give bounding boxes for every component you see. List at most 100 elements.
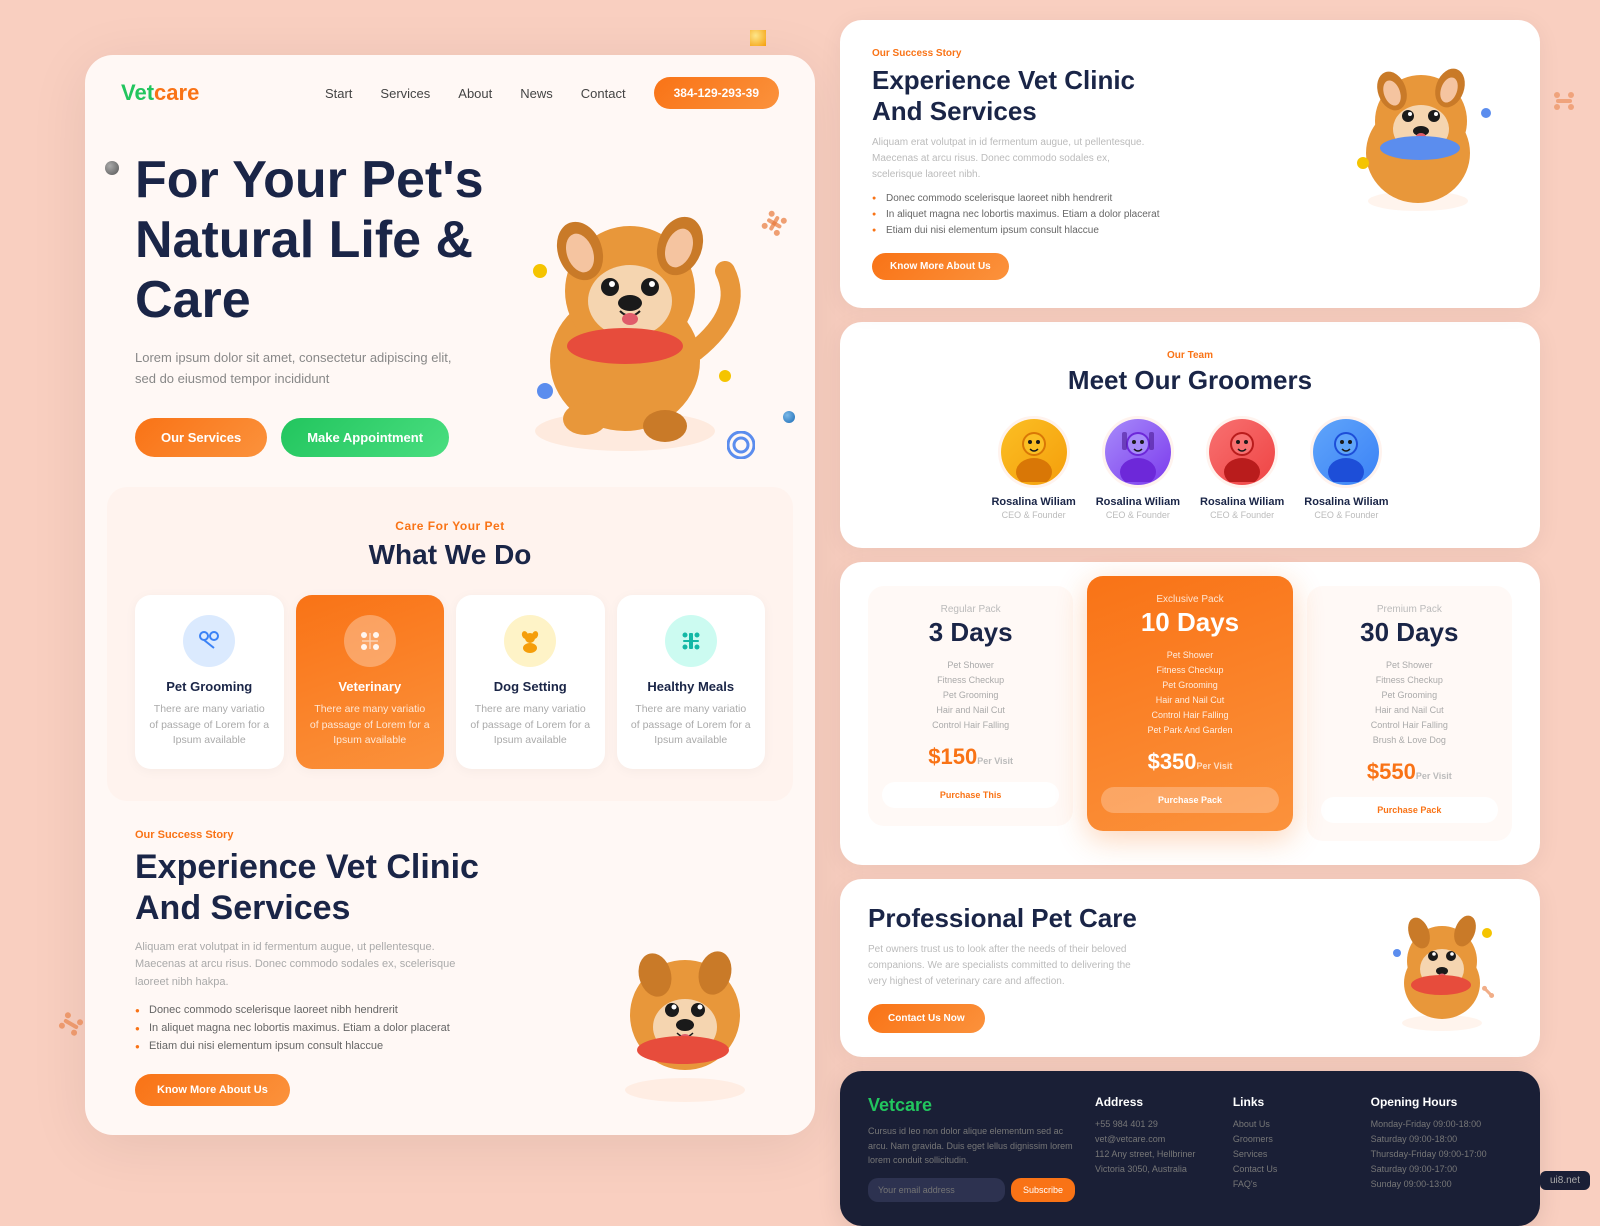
logo[interactable]: Vetcare: [121, 80, 199, 106]
hero-dog-illustration: [485, 191, 765, 471]
team-members-container: Rosalina Wiliam CEO & Founder: [872, 416, 1508, 520]
service-name-dog-setting: Dog Setting: [470, 679, 591, 694]
footer-email-form: Subscribe: [868, 1178, 1075, 1202]
feature-e4: Hair and Nail Cut: [1101, 695, 1278, 705]
procare-title: Professional Pet Care: [868, 903, 1356, 934]
purchase-exclusive-button[interactable]: Purchase Pack: [1101, 787, 1278, 813]
vet-clinic-panel: Our Success Story Experience Vet Clinic …: [840, 20, 1540, 308]
feature-e5: Control Hair Falling: [1101, 710, 1278, 720]
footer-hours-4: Saturday 09:00-17:00: [1371, 1164, 1512, 1174]
procare-dog-illustration: [1372, 903, 1512, 1033]
services-tag: Care For Your Pet: [135, 519, 765, 533]
service-card-healthy-meals[interactable]: Healthy Meals There are many variatio of…: [617, 595, 766, 769]
member-avatar-2: [1102, 416, 1174, 488]
member-name-2: Rosalina Wiliam: [1096, 496, 1180, 508]
price-features-exclusive: Pet Shower Fitness Checkup Pet Grooming …: [1101, 650, 1278, 735]
footer-hours-title: Opening Hours: [1371, 1095, 1512, 1109]
vet-item-1: Donec commodo scelerisque laoreet nibh h…: [872, 193, 1308, 204]
footer-about-col: Vetcare Cursus id leo non dolor alique e…: [868, 1095, 1075, 1201]
footer-hours-2: Saturday 09:00-18:00: [1371, 1134, 1512, 1144]
feature-p5: Control Hair Falling: [1321, 720, 1498, 730]
member-role-4: CEO & Founder: [1304, 510, 1388, 520]
feature-r5: Control Hair Falling: [882, 720, 1059, 730]
footer-link-1[interactable]: About Us: [1233, 1119, 1351, 1129]
know-more-button[interactable]: Know More About Us: [135, 1074, 290, 1106]
feature-e6: Pet Park And Garden: [1101, 725, 1278, 735]
team-member-4: Rosalina Wiliam CEO & Founder: [1304, 416, 1388, 520]
service-card-grooming[interactable]: Pet Grooming There are many variatio of …: [135, 595, 284, 769]
nav-start[interactable]: Start: [325, 86, 352, 101]
nav-news[interactable]: News: [520, 86, 553, 101]
footer-email-input[interactable]: [868, 1178, 1005, 1202]
feature-p4: Hair and Nail Cut: [1321, 705, 1498, 715]
footer-subscribe-button[interactable]: Subscribe: [1011, 1178, 1075, 1202]
service-desc-healthy-meals: There are many variatio of passage of Lo…: [631, 702, 752, 749]
team-member-2: Rosalina Wiliam CEO & Founder: [1096, 416, 1180, 520]
services-button[interactable]: Our Services: [135, 418, 267, 457]
avatar-img-4: [1313, 419, 1379, 485]
team-member-3: Rosalina Wiliam CEO & Founder: [1200, 416, 1284, 520]
contact-button[interactable]: Contact Us Now: [868, 1004, 985, 1033]
footer-link-3[interactable]: Services: [1233, 1149, 1351, 1159]
service-name-healthy-meals: Healthy Meals: [631, 679, 752, 694]
pack-label-premium: Premium Pack: [1321, 604, 1498, 615]
deco-ball-1: [750, 30, 766, 46]
service-desc-grooming: There are many variatio of passage of Lo…: [149, 702, 270, 749]
service-name-grooming: Pet Grooming: [149, 679, 270, 694]
price-features-regular: Pet Shower Fitness Checkup Pet Grooming …: [882, 660, 1059, 730]
footer-address-title: Address: [1095, 1095, 1213, 1109]
footer-panel: Vetcare Cursus id leo non dolor alique e…: [840, 1071, 1540, 1225]
dog-setting-icon: [504, 615, 556, 667]
procare-description: Pet owners trust us to look after the ne…: [868, 942, 1148, 990]
price-card-premium: Premium Pack 30 Days Pet Shower Fitness …: [1307, 586, 1512, 841]
member-name-4: Rosalina Wiliam: [1304, 496, 1388, 508]
pack-days-premium: 30 Days: [1321, 617, 1498, 648]
bottom-dog-illustration: [585, 915, 785, 1115]
pricing-panel: Regular Pack 3 Days Pet Shower Fitness C…: [840, 562, 1540, 865]
deco-bone-1: [1553, 90, 1575, 117]
service-card-veterinary[interactable]: Veterinary There are many variatio of pa…: [296, 595, 445, 769]
vet-clinic-content: Our Success Story Experience Vet Clinic …: [872, 48, 1308, 280]
feature-p1: Pet Shower: [1321, 660, 1498, 670]
price-card-regular: Regular Pack 3 Days Pet Shower Fitness C…: [868, 586, 1073, 826]
watermark: ui8.net: [1540, 1171, 1590, 1190]
member-role-1: CEO & Founder: [991, 510, 1075, 520]
purchase-premium-button[interactable]: Purchase Pack: [1321, 797, 1498, 823]
service-desc-veterinary: There are many variatio of passage of Lo…: [310, 702, 431, 749]
nav-services[interactable]: Services: [380, 86, 430, 101]
main-card: Vetcare Start Services About News Contac…: [85, 55, 815, 1135]
services-title: What We Do: [135, 539, 765, 571]
member-name-1: Rosalina Wiliam: [991, 496, 1075, 508]
phone-button[interactable]: 384-129-293-39: [654, 77, 779, 109]
veterinary-icon: [344, 615, 396, 667]
deco-bone-2: [60, 1013, 82, 1040]
purchase-regular-button[interactable]: Purchase This: [882, 782, 1059, 808]
footer-link-5[interactable]: FAQ's: [1233, 1179, 1351, 1189]
appointment-button[interactable]: Make Appointment: [281, 418, 449, 457]
pack-days-regular: 3 Days: [882, 617, 1059, 648]
feature-p2: Fitness Checkup: [1321, 675, 1498, 685]
footer-hours-5: Sunday 09:00-13:00: [1371, 1179, 1512, 1189]
service-card-dog-setting[interactable]: Dog Setting There are many variatio of p…: [456, 595, 605, 769]
service-desc-dog-setting: There are many variatio of passage of Lo…: [470, 702, 591, 749]
footer-logo: Vetcare: [868, 1095, 1075, 1116]
healthy-meals-icon: [665, 615, 717, 667]
vet-item-2: In aliquet magna nec lobortis maximus. E…: [872, 209, 1308, 220]
nav-about[interactable]: About: [458, 86, 492, 101]
feature-r2: Fitness Checkup: [882, 675, 1059, 685]
hero-title: For Your Pet's Natural Life & Care: [135, 151, 495, 330]
price-features-premium: Pet Shower Fitness Checkup Pet Grooming …: [1321, 660, 1498, 745]
footer-link-2[interactable]: Groomers: [1233, 1134, 1351, 1144]
nav-contact[interactable]: Contact: [581, 86, 626, 101]
member-role-2: CEO & Founder: [1096, 510, 1180, 520]
footer-link-4[interactable]: Contact Us: [1233, 1164, 1351, 1174]
avatar-img-3: [1209, 419, 1275, 485]
vet-know-more-button[interactable]: Know More About Us: [872, 253, 1009, 280]
member-name-3: Rosalina Wiliam: [1200, 496, 1284, 508]
team-panel: Our Team Meet Our Groomers: [840, 322, 1540, 548]
member-avatar-3: [1206, 416, 1278, 488]
procare-panel: Professional Pet Care Pet owners trust u…: [840, 879, 1540, 1057]
service-name-veterinary: Veterinary: [310, 679, 431, 694]
vet-description: Aliquam erat volutpat in id fermentum au…: [872, 135, 1152, 183]
footer-about-text: Cursus id leo non dolor alique elementum…: [868, 1124, 1075, 1167]
